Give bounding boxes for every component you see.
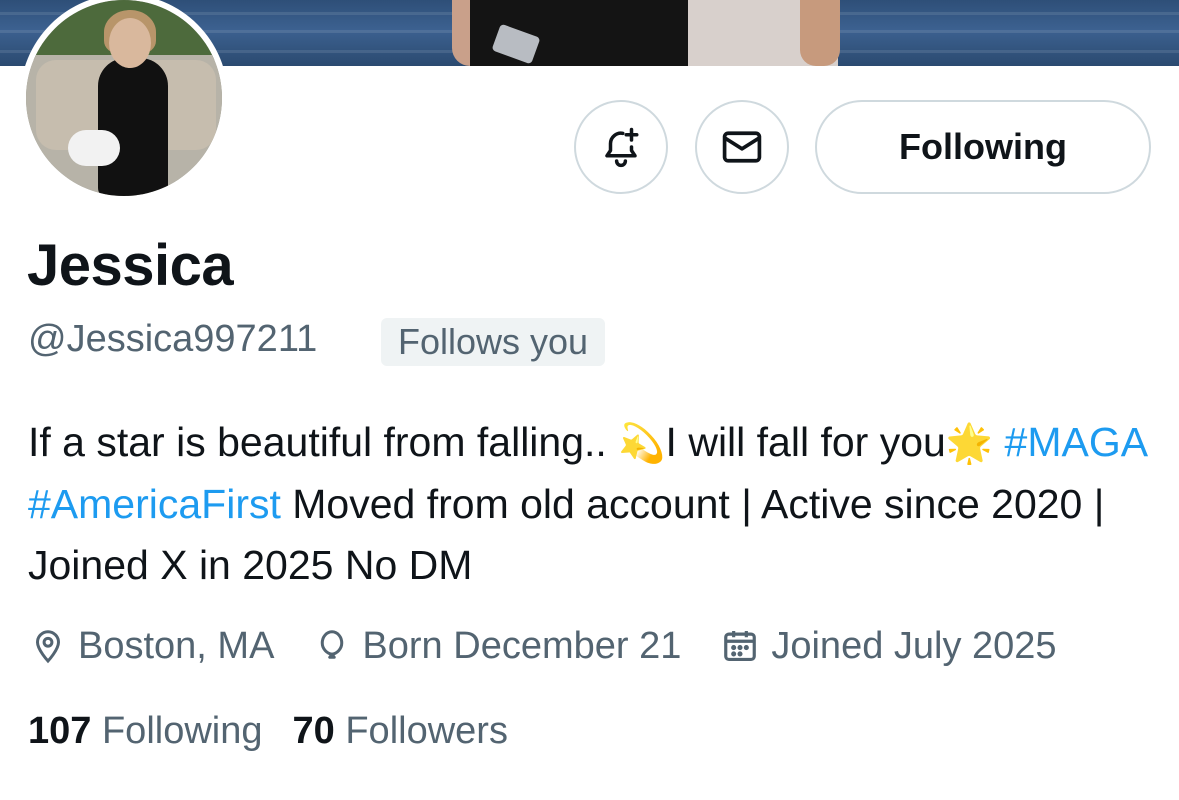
message-button[interactable]: [695, 100, 789, 194]
location-pin-icon: [35, 630, 61, 664]
profile-meta: Boston, MA Born December 21 Joined July …: [30, 618, 1097, 674]
following-count: 107: [28, 709, 92, 752]
hashtag-link[interactable]: #MAGA: [1005, 419, 1146, 465]
followers-stat-link[interactable]: 70 Followers: [293, 710, 508, 753]
profile-page: Following Jessica @Jessica997211 Follows…: [0, 0, 1179, 800]
notify-button[interactable]: [574, 100, 668, 194]
birthday-text: Born December 21: [362, 624, 682, 667]
hashtag-link[interactable]: #AmericaFirst: [28, 481, 281, 527]
bio-text: I will fall for you: [665, 419, 946, 465]
followers-label: Followers: [345, 709, 508, 752]
avatar[interactable]: [20, 0, 228, 202]
location-text: Boston, MA: [78, 624, 275, 667]
envelope-icon: [722, 131, 762, 163]
joined-text: Joined July 2025: [771, 624, 1057, 667]
glowing-star-emoji: 🌟: [945, 421, 994, 465]
follows-you-badge: Follows you: [381, 318, 606, 366]
avatar-photo-detail: [98, 58, 168, 196]
avatar-photo: [26, 0, 222, 196]
location-item: Boston, MA: [30, 625, 274, 668]
profile-bio: If a star is beautiful from falling.. 💫I…: [28, 412, 1158, 596]
birthday-item: Born December 21: [314, 625, 681, 668]
following-stat-link[interactable]: 107 Following: [28, 710, 263, 753]
follow-stats: 107 Following 70 Followers: [28, 706, 538, 756]
balloon-icon: [321, 630, 344, 659]
calendar-icon: [724, 630, 757, 662]
bio-text: If a star is beautiful from falling..: [28, 419, 607, 465]
user-handle: @Jessica997211: [28, 318, 318, 360]
bell-plus-icon: [605, 127, 639, 168]
following-button[interactable]: Following: [815, 100, 1151, 194]
avatar-photo-detail: [109, 18, 151, 68]
followers-count: 70: [292, 709, 335, 752]
avatar-photo-detail: [68, 130, 120, 166]
joined-item: Joined July 2025: [721, 624, 1057, 668]
banner-photo-detail: [800, 0, 840, 66]
following-label: Following: [101, 709, 263, 752]
display-name: Jessica: [27, 233, 234, 298]
dizzy-star-emoji: 💫: [618, 421, 666, 465]
